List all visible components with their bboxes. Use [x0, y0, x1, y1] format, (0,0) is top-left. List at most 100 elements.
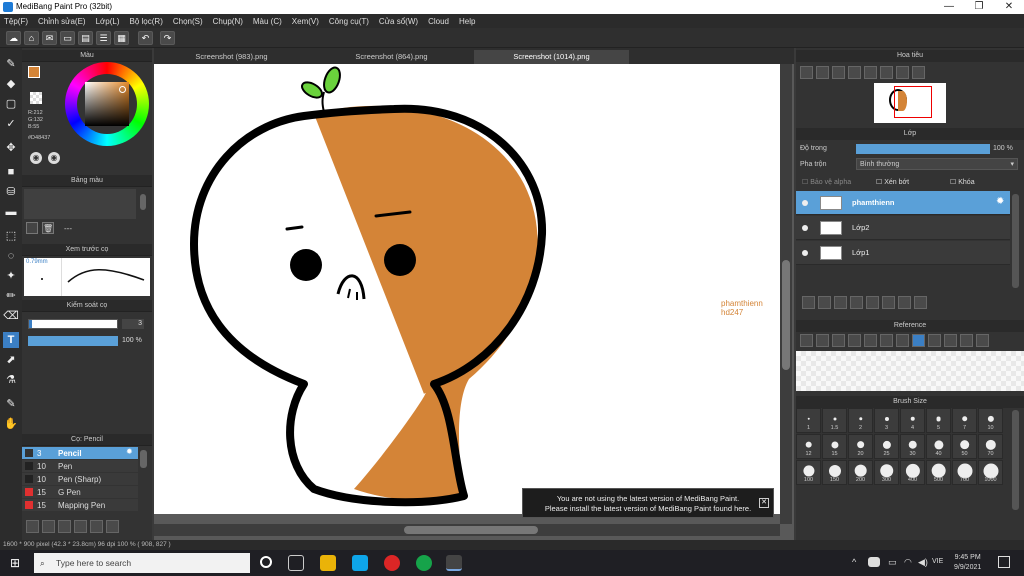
close-notice-button[interactable]: ✕ — [759, 498, 769, 508]
brush-size-cell[interactable]: 20 — [848, 434, 873, 459]
folder-brush-button[interactable] — [42, 520, 55, 533]
fit-icon[interactable] — [832, 66, 845, 79]
new-file-icon[interactable]: ⌂ — [24, 31, 39, 45]
menu-filter[interactable]: Bộ lọc(R) — [130, 17, 163, 26]
volume-icon[interactable]: ◀) — [918, 557, 928, 568]
drawing-canvas[interactable]: phamthienn hd247 — [154, 64, 780, 514]
menu-cloud[interactable]: Cloud — [428, 17, 449, 26]
export-brush-button[interactable] — [106, 520, 119, 533]
maximize-button[interactable]: ❐ — [964, 0, 994, 14]
tray-chevron-icon[interactable]: ^ — [852, 557, 856, 567]
undo-icon[interactable]: ↶ — [138, 31, 153, 45]
canvas-horizontal-scrollbar[interactable] — [154, 524, 780, 536]
reset-rotation-icon[interactable] — [896, 66, 909, 79]
brush-size-cell[interactable]: 40 — [926, 434, 951, 459]
vertical-scroll-thumb[interactable] — [782, 260, 790, 370]
brush-item[interactable]: 3 Pencil ✹ — [22, 447, 138, 459]
text-tool-icon[interactable]: T — [3, 332, 19, 348]
blend-mode-select[interactable]: Bình thường ▾ — [856, 158, 1018, 170]
reference-zoom-out-icon[interactable] — [864, 334, 877, 347]
reference-rotate-right-icon[interactable] — [944, 334, 957, 347]
opera-icon[interactable] — [384, 555, 400, 571]
clipping-checkbox[interactable]: ☐ Xén bớt — [876, 178, 909, 186]
eraser-tool-icon[interactable]: ◆ — [3, 76, 19, 92]
palette-scrollbar[interactable] — [140, 194, 146, 210]
flip-icon[interactable] — [912, 66, 925, 79]
taskbar-search[interactable]: ⌕ Type here to search — [34, 553, 250, 573]
brush-size-cell[interactable]: 50 — [952, 434, 977, 459]
tray-app-icon[interactable] — [868, 557, 880, 567]
brush-size-value[interactable]: 3 — [122, 319, 144, 329]
palette-area[interactable] — [24, 189, 136, 219]
reference-flip-icon[interactable] — [976, 334, 989, 347]
cortana-icon[interactable] — [260, 556, 272, 568]
menu-view[interactable]: Xem(V) — [292, 17, 319, 26]
layer-list-scrollbar[interactable] — [1012, 194, 1019, 288]
brush-size-cell[interactable]: 25 — [874, 434, 899, 459]
brush-size-cell[interactable]: 12 — [796, 434, 821, 459]
add-layer-dropdown[interactable] — [850, 296, 863, 309]
fill-rect-tool-icon[interactable]: ■ — [3, 164, 19, 180]
brush-opacity-slider[interactable] — [28, 336, 118, 346]
brush-size-cell[interactable]: 200 — [848, 460, 873, 485]
reference-view[interactable] — [796, 351, 1024, 391]
add-brush-button[interactable] — [26, 520, 39, 533]
redo-icon[interactable]: ↷ — [160, 31, 175, 45]
palette-icon[interactable]: ◉ — [30, 152, 42, 164]
reference-close-icon[interactable] — [832, 334, 845, 347]
layer-item-lop1[interactable]: Lớp1 — [796, 241, 1010, 265]
list-icon[interactable]: ☰ — [96, 31, 111, 45]
reference-rotate-left-icon[interactable] — [928, 334, 941, 347]
new-halftone-layer-button[interactable] — [818, 296, 831, 309]
task-view-icon[interactable] — [288, 555, 304, 571]
rotate-left-icon[interactable] — [864, 66, 877, 79]
menu-snap[interactable]: Chụp(N) — [213, 17, 243, 26]
menu-edit[interactable]: Chỉnh sửa(E) — [38, 17, 86, 26]
cloud-icon[interactable]: ☁ — [6, 31, 21, 45]
brush-item[interactable]: 10 Pen — [22, 460, 138, 472]
reference-zoom-in-icon[interactable] — [848, 334, 861, 347]
menu-color[interactable]: Màu (C) — [253, 17, 282, 26]
canvas-vertical-scrollbar[interactable] — [780, 64, 792, 524]
eye-icon[interactable] — [802, 200, 808, 206]
duplicate-layer-button[interactable] — [882, 296, 895, 309]
brush-size-cell[interactable]: 1.5 — [822, 408, 847, 433]
eye-icon[interactable] — [802, 225, 808, 231]
rect-tool-icon[interactable]: ▢ — [3, 96, 19, 112]
merge-layer-button[interactable] — [898, 296, 911, 309]
battery-icon[interactable]: ▭ — [888, 557, 897, 568]
reference-eyedropper-icon[interactable] — [896, 334, 909, 347]
brush-size-cell[interactable]: 70 — [978, 434, 1003, 459]
brush-size-cell[interactable]: 2 — [848, 408, 873, 433]
menu-select[interactable]: Chọn(S) — [173, 17, 203, 26]
brush-size-cell[interactable]: 400 — [900, 460, 925, 485]
horizontal-scroll-thumb[interactable] — [404, 526, 538, 534]
gear-icon[interactable]: ✹ — [126, 447, 133, 456]
grid-icon[interactable]: ▦ — [114, 31, 129, 45]
brush-item[interactable]: 15 Mapping Pen — [22, 499, 138, 511]
tab-screenshot-864[interactable]: Screenshot (864).png — [314, 50, 469, 64]
color-picker-handle[interactable] — [119, 86, 126, 93]
menu-layer[interactable]: Lớp(L) — [96, 17, 120, 26]
blur-tool-icon[interactable]: ✎ — [3, 396, 19, 412]
brush-size-cell[interactable]: 100 — [796, 460, 821, 485]
reference-hand-icon[interactable] — [912, 334, 925, 347]
brush-size-cell[interactable]: 1 — [796, 408, 821, 433]
eye-icon[interactable] — [802, 250, 808, 256]
bucket-tool-icon[interactable]: ⛁ — [3, 184, 19, 200]
copy-brush-button[interactable] — [74, 520, 87, 533]
store-icon[interactable] — [320, 555, 336, 571]
menu-file[interactable]: Tệp(F) — [4, 17, 28, 26]
reference-fit-icon[interactable] — [880, 334, 893, 347]
tab-screenshot-983[interactable]: Screenshot (983).png — [154, 50, 309, 64]
layer-item-lop2[interactable]: Lớp2 — [796, 216, 1010, 240]
new-8bit-layer-button[interactable] — [834, 296, 847, 309]
menu-tools[interactable]: Công cụ(T) — [329, 17, 369, 26]
actual-size-icon[interactable] — [848, 66, 861, 79]
foreground-color-swatch[interactable] — [28, 66, 40, 78]
notification-icon[interactable] — [998, 556, 1010, 568]
brush-size-cell[interactable]: 4 — [900, 408, 925, 433]
brush-size-cell[interactable]: 3 — [874, 408, 899, 433]
brush-size-cell[interactable]: 30 — [900, 434, 925, 459]
brush-item[interactable]: 15 G Pen — [22, 486, 138, 498]
